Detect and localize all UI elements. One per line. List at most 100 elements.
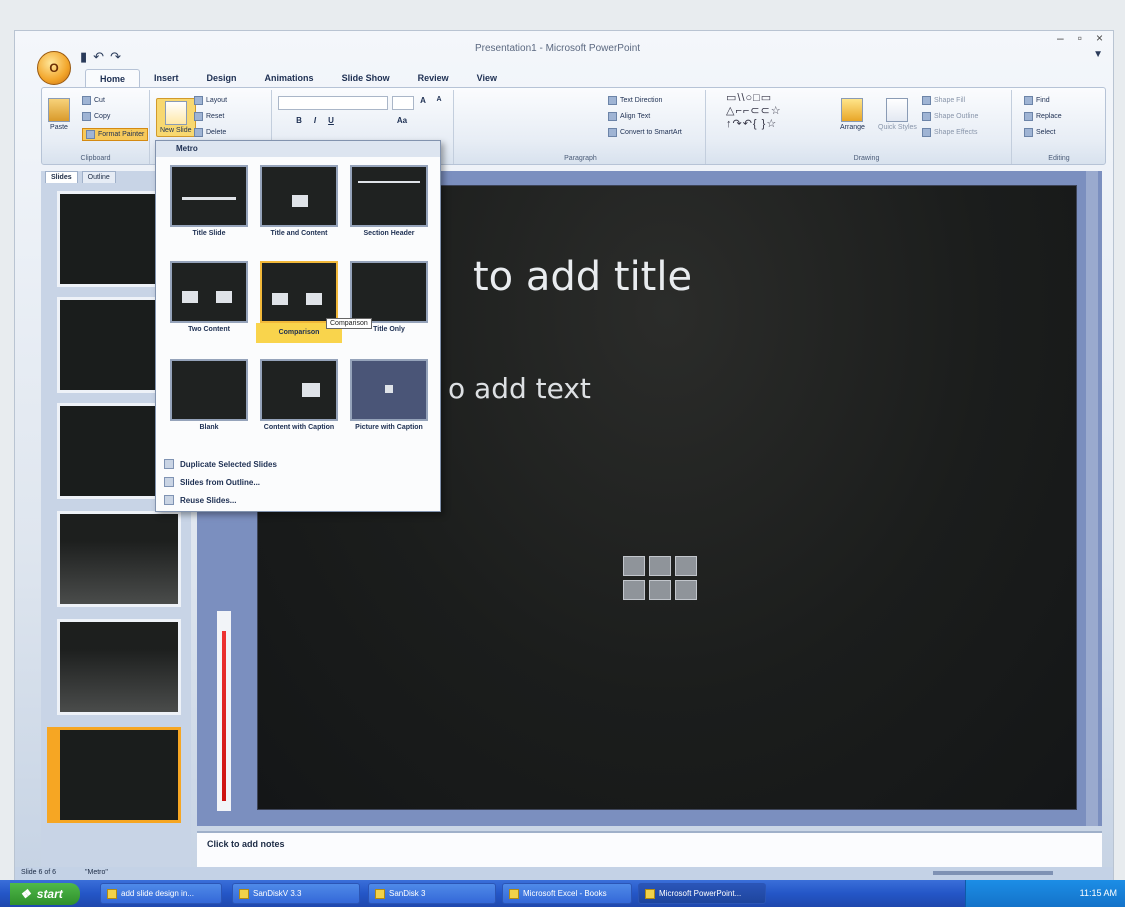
new-slide-button[interactable]: New Slide — [156, 98, 196, 137]
tab-animations[interactable]: Animations — [251, 69, 328, 88]
reuse-slides-label: Reuse Slides... — [180, 495, 237, 505]
notes-pane[interactable]: Click to add notes — [197, 831, 1102, 871]
drawing-group: ▭\\○□▭ △⌐⌐⊂⊂☆ ↑↷↶{ }☆ Arrange Quick Styl… — [722, 90, 1012, 164]
layout-label: Section Header — [363, 230, 415, 237]
quick-styles-button[interactable]: Quick Styles — [878, 98, 917, 131]
slide-thumbnail-6[interactable] — [57, 727, 181, 823]
clip-art-icon[interactable] — [649, 580, 671, 600]
layout-thumbnail — [170, 359, 248, 421]
format-painter-button[interactable]: Format Painter — [82, 128, 149, 141]
task-label: Microsoft PowerPoint... — [659, 889, 742, 898]
taskbar-item-excel[interactable]: Microsoft Excel - Books — [502, 883, 632, 904]
slide-thumbnail-5[interactable] — [57, 619, 181, 715]
vertical-scrollbar[interactable] — [1086, 171, 1098, 826]
windows-logo-icon: ❖ — [20, 887, 31, 901]
tab-slides[interactable]: Slides — [45, 171, 78, 183]
layout-label: Layout — [206, 97, 228, 104]
arrange-button[interactable]: Arrange — [840, 98, 865, 131]
layout-thumbnail — [170, 261, 248, 323]
drawing-group-label: Drawing — [853, 155, 880, 162]
taskbar-item-sandisk-1[interactable]: SanDiskV 3.3 — [232, 883, 360, 904]
taskbar-item-powerpoint[interactable]: Microsoft PowerPoint... — [638, 883, 766, 904]
layout-blank[interactable]: Blank — [166, 359, 252, 432]
italic-button[interactable]: I — [308, 116, 322, 128]
change-case-button[interactable]: Aa — [392, 116, 412, 128]
office-button[interactable]: O — [37, 51, 71, 85]
copy-button[interactable]: Copy — [82, 112, 110, 121]
layout-comparison[interactable]: Comparison — [256, 261, 342, 343]
tab-view[interactable]: View — [463, 69, 511, 88]
layout-thumbnail — [350, 359, 428, 421]
minimize-button[interactable]: – — [1057, 31, 1064, 45]
shapes-gallery[interactable]: ▭\\○□▭ △⌐⌐⊂⊂☆ ↑↷↶{ }☆ — [726, 92, 782, 131]
font-size-combo[interactable] — [392, 96, 414, 110]
replace-button[interactable]: Replace — [1024, 112, 1062, 121]
duplicate-slides-command[interactable]: Duplicate Selected Slides — [164, 459, 277, 469]
slide-counter: Slide 6 of 6 — [21, 869, 57, 876]
tab-slide-show[interactable]: Slide Show — [328, 69, 404, 88]
layout-title-and-content[interactable]: Title and Content — [256, 165, 342, 238]
tab-home[interactable]: Home — [85, 69, 141, 88]
underline-button[interactable]: U — [324, 116, 338, 128]
layout-picture-with-caption[interactable]: Picture with Caption — [346, 359, 432, 432]
text-direction-button[interactable]: Text Direction — [608, 96, 662, 105]
reset-button[interactable]: Reset — [194, 112, 224, 121]
content-placeholder[interactable]: o add text — [448, 372, 591, 405]
cursor-icon — [1024, 128, 1033, 137]
convert-smartart-button[interactable]: Convert to SmartArt — [608, 128, 682, 137]
bold-button[interactable]: B — [292, 116, 306, 128]
close-button[interactable]: × — [1096, 31, 1103, 45]
shape-effects-button[interactable]: Shape Effects — [922, 128, 977, 137]
table-icon[interactable] — [623, 556, 645, 576]
delete-button[interactable]: Delete — [194, 128, 226, 137]
picture-icon[interactable] — [623, 580, 645, 600]
scissors-icon — [82, 96, 91, 105]
tab-design[interactable]: Design — [193, 69, 251, 88]
maximize-button[interactable]: ▫ — [1078, 31, 1082, 45]
tab-insert[interactable]: Insert — [140, 69, 193, 88]
shape-outline-button[interactable]: Shape Outline — [922, 112, 978, 121]
reuse-slides-command[interactable]: Reuse Slides... — [164, 495, 236, 505]
slide-thumbnail-4[interactable] — [57, 511, 181, 607]
tab-outline[interactable]: Outline — [81, 171, 116, 183]
align-text-button[interactable]: Align Text — [608, 112, 650, 121]
grow-font-button[interactable]: A — [416, 96, 430, 108]
undo-icon[interactable]: ↶ — [93, 49, 104, 65]
layout-thumbnail — [170, 165, 248, 227]
insert-content-icons — [623, 556, 697, 600]
window-title: Presentation1 - Microsoft PowerPoint — [475, 43, 641, 54]
cut-button[interactable]: Cut — [82, 96, 105, 105]
layout-thumbnail — [350, 165, 428, 227]
select-label: Select — [1036, 129, 1056, 136]
theme-name: "Metro" — [85, 869, 108, 876]
media-icon[interactable] — [675, 580, 697, 600]
select-button[interactable]: Select — [1024, 128, 1055, 137]
start-button[interactable]: ❖ start — [10, 883, 80, 905]
help-icon[interactable]: ▼ — [1093, 49, 1103, 60]
find-button[interactable]: Find — [1024, 96, 1050, 105]
layout-two-content[interactable]: Two Content — [166, 261, 252, 334]
save-icon[interactable]: ▮ — [80, 49, 87, 65]
replace-label: Replace — [1036, 113, 1062, 120]
layout-content-with-caption[interactable]: Content with Caption — [256, 359, 342, 432]
ribbon-tabs: Home Insert Design Animations Slide Show… — [85, 69, 511, 88]
layout-section-header[interactable]: Section Header — [346, 165, 432, 238]
font-name-combo[interactable] — [278, 96, 388, 110]
smartart-insert-icon[interactable] — [675, 556, 697, 576]
redo-icon[interactable]: ↷ — [110, 49, 121, 65]
tab-review[interactable]: Review — [404, 69, 463, 88]
slides-from-outline-command[interactable]: Slides from Outline... — [164, 477, 260, 487]
new-slide-label: New Slide — [160, 127, 192, 134]
shape-fill-button[interactable]: Shape Fill — [922, 96, 965, 105]
zoom-slider[interactable] — [933, 871, 1053, 875]
paste-button[interactable]: Paste — [48, 98, 70, 131]
layout-button[interactable]: Layout — [194, 96, 227, 105]
layout-label: Two Content — [188, 326, 230, 333]
title-placeholder[interactable]: to add title — [473, 254, 692, 300]
shrink-font-button[interactable]: A — [432, 96, 446, 108]
layout-title-slide[interactable]: Title Slide — [166, 165, 252, 238]
taskbar-item-sandisk-2[interactable]: SanDisk 3 — [368, 883, 496, 904]
shape-outline-label: Shape Outline — [934, 113, 979, 120]
taskbar-item-browser[interactable]: add slide design in... — [100, 883, 222, 904]
chart-icon[interactable] — [649, 556, 671, 576]
